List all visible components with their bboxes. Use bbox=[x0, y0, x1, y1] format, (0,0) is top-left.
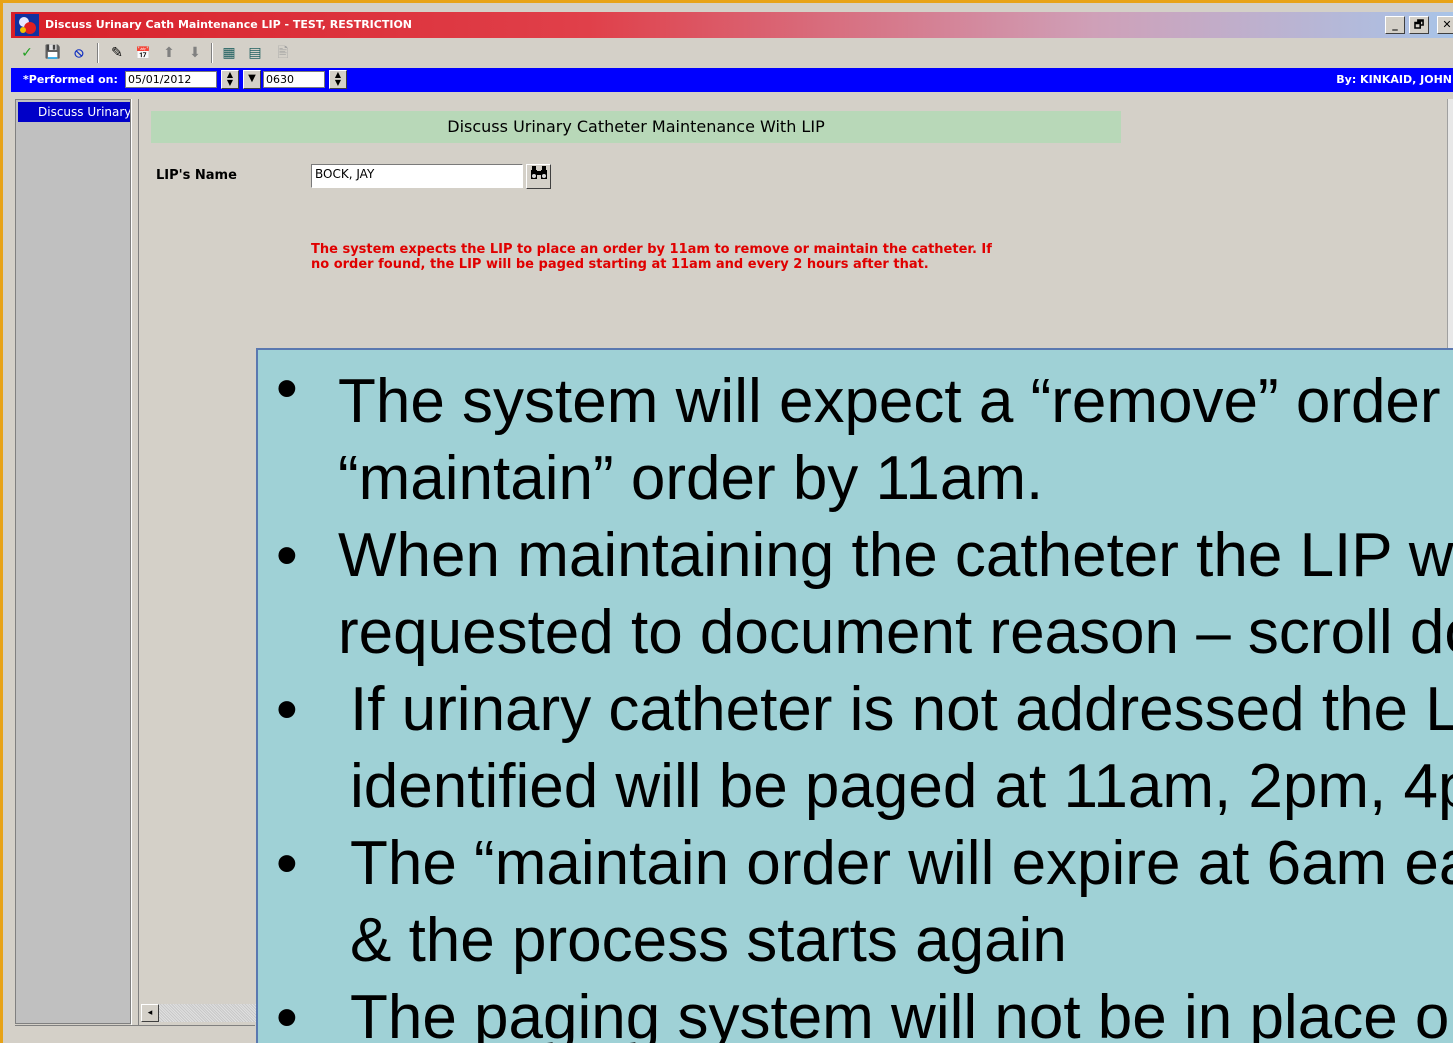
bullet-icon: • bbox=[276, 829, 298, 898]
sidebar-item-discuss-urinary[interactable]: Discuss Urinary Cath bbox=[18, 102, 130, 122]
date-dropdown-button[interactable]: ▼ bbox=[243, 70, 261, 89]
toolbar-separator bbox=[97, 43, 99, 63]
app-window: Discuss Urinary Cath Maintenance LIP - T… bbox=[0, 0, 1453, 1043]
save-icon[interactable]: 💾 bbox=[43, 43, 63, 63]
bullet-icon: • bbox=[276, 354, 298, 423]
bullet-icon: • bbox=[276, 675, 298, 744]
app-logo-icon bbox=[15, 14, 39, 36]
performed-date-input[interactable]: 05/01/2012 bbox=[125, 71, 217, 88]
toolbar-separator bbox=[211, 43, 213, 63]
bullet-line: requested to document reason – scroll do… bbox=[338, 598, 1453, 667]
document-icon[interactable]: 🖹 bbox=[273, 43, 293, 63]
paging-warning-text: The system expects the LIP to place an o… bbox=[311, 242, 1011, 272]
edit-icon[interactable]: ✎ bbox=[107, 43, 127, 63]
form-header: Discuss Urinary Catheter Maintenance Wit… bbox=[151, 111, 1121, 143]
restore-button[interactable]: 🗗 bbox=[1409, 16, 1429, 34]
bullet-line: & the process starts again bbox=[350, 906, 1067, 975]
lip-name-label: LIP's Name bbox=[156, 168, 237, 183]
binoculars-icon bbox=[530, 166, 547, 179]
callout-bullet: • The “maintain order will expire at 6am… bbox=[258, 825, 1453, 979]
performed-by-label: By: KINKAID, JOHN bbox=[1336, 73, 1452, 86]
bullet-line: The system will expect a “remove” order … bbox=[338, 367, 1453, 436]
callout-bullet: • The paging system will not be in place… bbox=[258, 979, 1453, 1043]
warning-line: The system expects the LIP to place an o… bbox=[311, 242, 992, 257]
warning-line: no order found, the LIP will be paged st… bbox=[311, 257, 929, 272]
performed-time-input[interactable]: 0630 bbox=[263, 71, 325, 88]
bullet-line: The paging system will not be in place o… bbox=[350, 983, 1453, 1043]
time-spinner[interactable]: ▲ ▼ bbox=[329, 70, 347, 89]
list-icon[interactable]: ▤ bbox=[245, 43, 265, 63]
sidebar: Discuss Urinary Cath bbox=[15, 99, 131, 1024]
bullet-line: When maintaining the catheter the LIP wi… bbox=[338, 521, 1453, 590]
slide-callout-box: • The system will expect a “remove” orde… bbox=[256, 348, 1453, 1043]
performed-on-label: *Performed on: bbox=[23, 73, 118, 86]
bullet-line: If urinary catheter is not addressed the… bbox=[350, 675, 1453, 744]
cancel-icon[interactable]: ⦸ bbox=[69, 43, 89, 63]
close-button[interactable]: ✕ bbox=[1437, 16, 1453, 34]
callout-bullet-list: • The system will expect a “remove” orde… bbox=[258, 350, 1453, 1043]
arrow-up-icon[interactable]: ⬆ bbox=[159, 43, 179, 63]
title-bar: Discuss Urinary Cath Maintenance LIP - T… bbox=[11, 12, 1453, 38]
scroll-left-button[interactable]: ◂ bbox=[141, 1004, 159, 1022]
grid-icon[interactable]: ▦ bbox=[219, 43, 239, 63]
bullet-line: The “maintain order will expire at 6am e… bbox=[350, 829, 1453, 898]
arrow-down-icon[interactable]: ⬇ bbox=[185, 43, 205, 63]
performed-bar: *Performed on: 05/01/2012 ▲ ▼ ▼ 0630 ▲ ▼ B… bbox=[11, 68, 1453, 92]
minimize-button[interactable]: _ bbox=[1385, 16, 1405, 34]
sidebar-splitter[interactable] bbox=[131, 99, 139, 1029]
bullet-line: identified will be paged at 11am, 2pm, 4… bbox=[350, 752, 1453, 821]
callout-bullet: • When maintaining the catheter the LIP … bbox=[258, 517, 1453, 671]
bullet-icon: • bbox=[276, 521, 298, 590]
bullet-line: “maintain” order by 11am. bbox=[338, 444, 1044, 513]
date-spinner[interactable]: ▲ ▼ bbox=[221, 70, 239, 89]
calendar-icon[interactable]: 📅 bbox=[133, 43, 153, 63]
sign-check-icon[interactable]: ✓ bbox=[17, 43, 37, 63]
callout-bullet: • The system will expect a “remove” orde… bbox=[258, 350, 1453, 517]
bullet-icon: • bbox=[276, 983, 298, 1043]
status-bar bbox=[15, 1025, 255, 1043]
window-title: Discuss Urinary Cath Maintenance LIP - T… bbox=[45, 18, 413, 31]
lip-name-input[interactable]: BOCK, JAY bbox=[311, 164, 523, 188]
lip-lookup-button[interactable] bbox=[526, 164, 551, 189]
callout-bullet: • If urinary catheter is not addressed t… bbox=[258, 671, 1453, 825]
toolbar: ✓ 💾 ⦸ ✎ 📅 ⬆ ⬇ ▦ ▤ 🖹 bbox=[11, 39, 1453, 67]
